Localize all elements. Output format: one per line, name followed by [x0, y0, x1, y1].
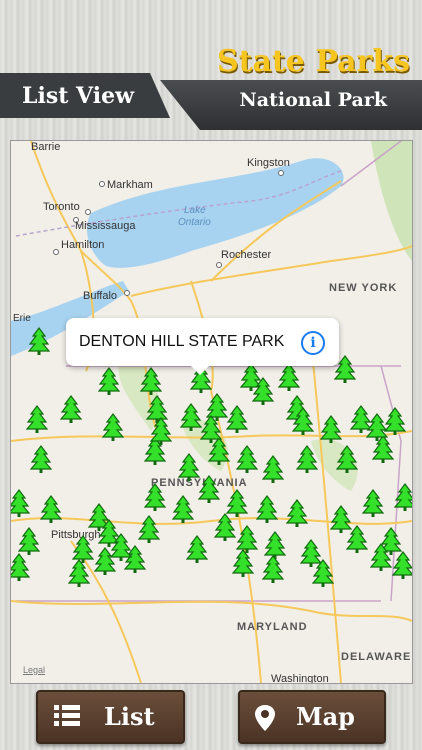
tree-pin-icon[interactable]: [140, 367, 162, 395]
tree-pin-icon[interactable]: [26, 405, 48, 433]
tree-pin-icon[interactable]: [362, 489, 384, 517]
legal-link[interactable]: Legal: [23, 665, 45, 675]
map-view[interactable]: Barrie Kingston Markham Toronto Mississa…: [10, 140, 413, 684]
tree-pin-icon[interactable]: [60, 395, 82, 423]
park-callout[interactable]: DENTON HILL STATE PARK i: [66, 318, 339, 375]
tree-pin-icon[interactable]: [200, 415, 222, 443]
map-label-barrie: Barrie: [31, 141, 61, 153]
tree-pin-icon[interactable]: [98, 367, 120, 395]
tree-pin-icon[interactable]: [28, 327, 50, 355]
app-title: State Parks: [216, 44, 410, 79]
tree-pin-icon[interactable]: [214, 513, 236, 541]
map-label-rochester: Rochester: [221, 249, 272, 261]
tree-pin-icon[interactable]: [346, 525, 368, 553]
tree-pin-icon[interactable]: [392, 551, 413, 579]
tree-pin-icon[interactable]: [320, 415, 342, 443]
list-icon: [54, 705, 80, 726]
tree-pin-icon[interactable]: [10, 553, 30, 581]
map-label-hamilton: Hamilton: [61, 239, 105, 251]
map-label-washington: Washington: [271, 673, 329, 684]
map-label-maryland: MARYLAND: [237, 621, 308, 633]
tree-pin-icon[interactable]: [262, 455, 284, 483]
tree-pin-icon[interactable]: [252, 377, 274, 405]
callout-park-name: DENTON HILL STATE PARK: [79, 333, 285, 350]
map-label-new-york: NEW YORK: [329, 282, 398, 294]
map-label-mississauga: Mississauga: [75, 220, 136, 232]
tree-pin-icon[interactable]: [256, 495, 278, 523]
map-label-delaware: DELAWARE: [341, 651, 412, 663]
tree-pin-icon[interactable]: [394, 483, 413, 511]
map-label-buffalo: Buffalo: [83, 290, 118, 302]
tree-pin-icon[interactable]: [198, 475, 220, 503]
tree-pin-icon[interactable]: [138, 515, 160, 543]
app-subtitle: National Park: [239, 89, 387, 111]
tree-pin-icon[interactable]: [40, 495, 62, 523]
map-label-ontario: Ontario: [178, 217, 211, 228]
tree-pin-icon[interactable]: [102, 413, 124, 441]
tree-pin-icon[interactable]: [278, 363, 300, 391]
tree-pin-icon[interactable]: [262, 555, 284, 583]
tree-pin-icon[interactable]: [110, 533, 132, 561]
tree-pin-icon[interactable]: [178, 453, 200, 481]
tree-pin-icon[interactable]: [180, 403, 202, 431]
tree-pin-icon[interactable]: [286, 499, 308, 527]
map-label-toronto: Toronto: [43, 201, 80, 213]
info-icon[interactable]: i: [301, 331, 325, 355]
tree-pin-icon[interactable]: [172, 495, 194, 523]
list-view-button[interactable]: List View: [22, 83, 134, 109]
tree-pin-icon[interactable]: [312, 559, 334, 587]
tree-pin-icon[interactable]: [18, 527, 40, 555]
list-button-label: List: [104, 702, 155, 731]
map-label-erie: Erie: [13, 313, 31, 324]
map-button-label: Map: [296, 702, 355, 731]
tree-pin-icon[interactable]: [232, 549, 254, 577]
tree-pin-icon[interactable]: [292, 407, 314, 435]
tree-pin-icon[interactable]: [336, 445, 358, 473]
tree-pin-icon[interactable]: [226, 405, 248, 433]
tree-pin-icon[interactable]: [236, 445, 258, 473]
tree-pin-icon[interactable]: [366, 413, 388, 441]
tree-pin-icon[interactable]: [296, 445, 318, 473]
map-button[interactable]: Map: [238, 690, 386, 744]
tree-pin-icon[interactable]: [150, 417, 172, 445]
tree-pin-icon[interactable]: [30, 445, 52, 473]
list-button[interactable]: List: [36, 690, 185, 744]
tree-pin-icon[interactable]: [186, 535, 208, 563]
map-label-lake: Lake: [184, 205, 206, 216]
tree-pin-icon[interactable]: [68, 559, 90, 587]
tree-pin-icon[interactable]: [10, 489, 30, 517]
map-label-markham: Markham: [107, 179, 153, 191]
tree-pin-icon[interactable]: [370, 543, 392, 571]
map-pin-icon: [255, 705, 275, 731]
map-label-kingston: Kingston: [247, 157, 290, 169]
tree-pin-icon[interactable]: [144, 483, 166, 511]
